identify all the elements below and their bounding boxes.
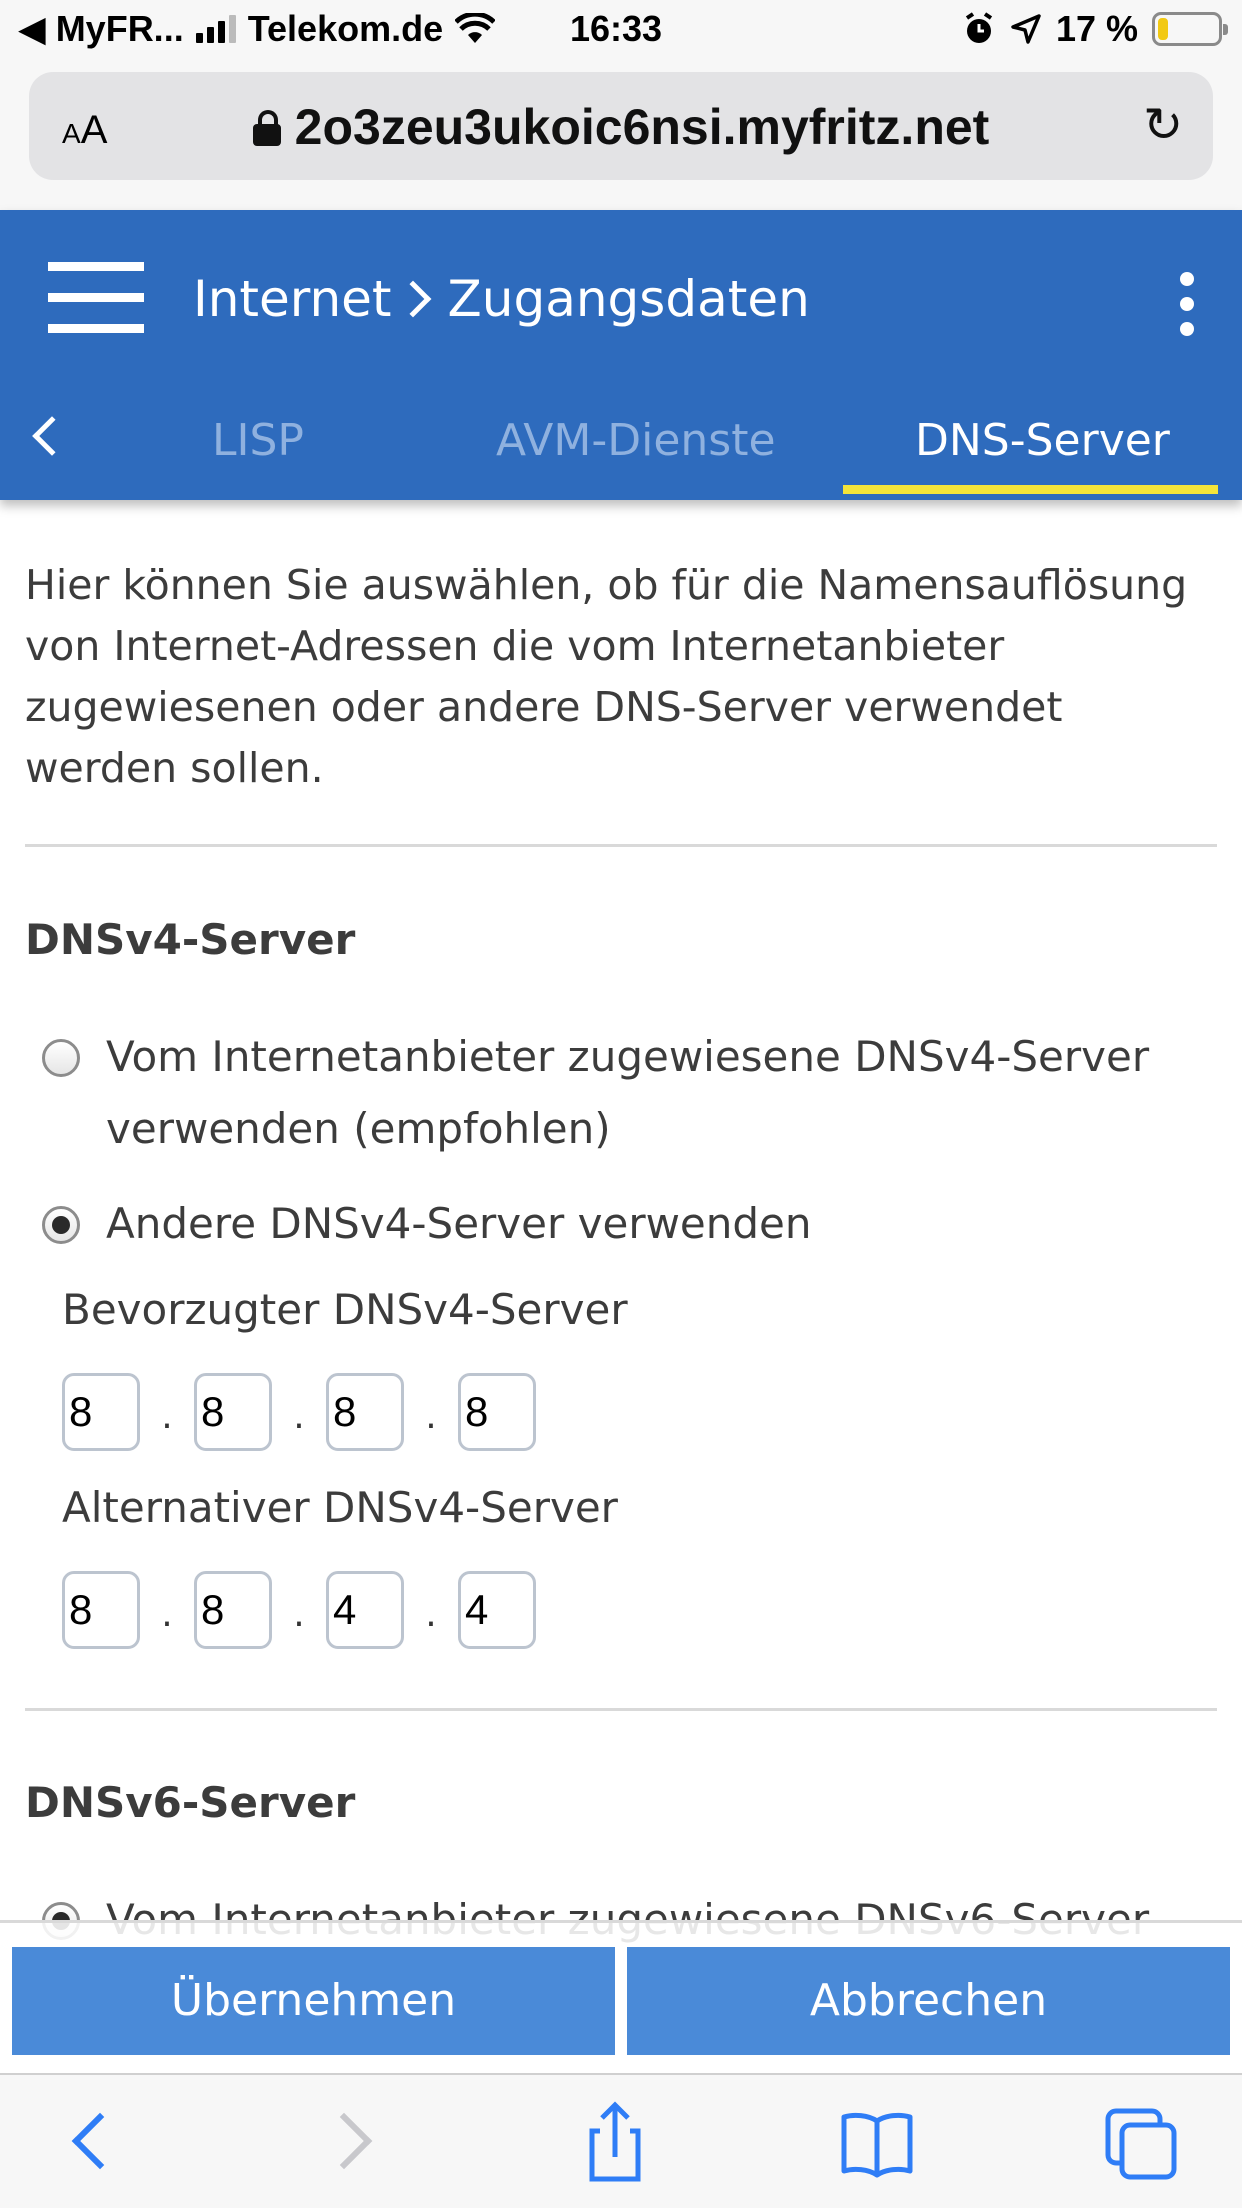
reload-icon[interactable]: ↻ <box>1135 98 1191 154</box>
dnsv4-other-radio[interactable] <box>42 1206 80 1244</box>
intro-text: Hier können Sie auswählen, ob für die Na… <box>25 561 1188 792</box>
network-name: Telekom.de <box>247 8 444 49</box>
divider <box>25 1708 1217 1711</box>
alternative-dns-label: Alternativer DNSv4-Server <box>62 1483 618 1532</box>
preferred-dns-label: Bevorzugter DNSv4-Server <box>62 1285 628 1334</box>
cancel-button[interactable]: Abbrechen <box>627 1947 1230 2055</box>
browser-address-area: AA 2o3zeu3ukoic6nsi.myfritz.net ↻ <box>0 62 1242 210</box>
breadcrumb-parent[interactable]: Internet <box>193 270 392 328</box>
alternative-octet-1[interactable]: 8 <box>62 1571 140 1649</box>
alternative-octet-2[interactable]: 8 <box>194 1571 272 1649</box>
battery-level <box>1158 18 1168 40</box>
address-bar[interactable]: AA 2o3zeu3ukoic6nsi.myfritz.net ↻ <box>29 72 1213 180</box>
breadcrumb-current: Zugangsdaten <box>447 270 810 328</box>
action-bar: Übernehmen Abbrechen <box>0 1920 1242 2070</box>
dnsv4-other-label[interactable]: Andere DNSv4-Server verwenden <box>106 1188 812 1260</box>
preferred-octet-1[interactable]: 8 <box>62 1373 140 1451</box>
clock: 16:33 <box>570 8 663 49</box>
battery-icon <box>1152 12 1228 46</box>
browser-toolbar <box>0 2073 1242 2208</box>
tab-avm-dienste[interactable]: AVM-Dienste <box>496 415 776 466</box>
wifi-icon <box>455 13 496 43</box>
tab-dns-server[interactable]: DNS-Server <box>915 415 1170 466</box>
share-icon[interactable] <box>570 2097 660 2187</box>
dnsv4-provider-label[interactable]: Vom Internetanbieter zugewiesene DNSv4-S… <box>106 1021 1192 1165</box>
forward-icon[interactable] <box>310 2097 400 2187</box>
preferred-octet-4[interactable]: 8 <box>458 1373 536 1451</box>
dnsv4-title: DNSv4-Server <box>25 915 356 964</box>
chevron-right-icon <box>394 280 431 318</box>
back-icon[interactable] <box>50 2097 140 2187</box>
url-text: 2o3zeu3ukoic6nsi.myfritz.net <box>294 99 990 155</box>
apply-button[interactable]: Übernehmen <box>12 1947 615 2055</box>
dnsv4-other-option[interactable]: Andere DNSv4-Server verwenden <box>42 1194 1192 1260</box>
location-arrow-icon <box>1011 14 1041 44</box>
more-options-icon[interactable] <box>1180 272 1200 336</box>
back-to-app-label[interactable]: ◀ MyFR... <box>18 8 184 50</box>
menu-icon[interactable] <box>48 262 144 334</box>
bookmarks-icon[interactable] <box>832 2097 922 2187</box>
tabs-icon[interactable] <box>1096 2097 1186 2187</box>
lock-icon <box>252 110 281 146</box>
alternative-octet-3[interactable]: 4 <box>326 1571 404 1649</box>
alternative-octet-4[interactable]: 4 <box>458 1571 536 1649</box>
preferred-octet-3[interactable]: 8 <box>326 1373 404 1451</box>
preferred-octet-2[interactable]: 8 <box>194 1373 272 1451</box>
dnsv4-provider-option[interactable]: Vom Internetanbieter zugewiesene DNSv4-S… <box>42 1027 1192 1165</box>
tab-scroll-left-icon[interactable] <box>32 416 72 456</box>
battery-percent: 17 % <box>1055 8 1138 49</box>
tab-lisp[interactable]: LISP <box>212 415 304 466</box>
alternative-dns-input: 8. 8. 4. 4 <box>62 1571 536 1649</box>
cellular-signal-icon <box>195 15 236 43</box>
active-tab-indicator <box>843 485 1218 494</box>
alarm-icon <box>965 12 993 43</box>
url-field[interactable]: 2o3zeu3ukoic6nsi.myfritz.net <box>29 98 1213 156</box>
app-header: Internet Zugangsdaten LISP AVM-Dienste DN… <box>0 210 1242 500</box>
preferred-dns-input: 8. 8. 8. 8 <box>62 1373 536 1451</box>
dnsv4-provider-radio[interactable] <box>42 1039 80 1077</box>
divider <box>25 844 1217 847</box>
status-bar: ◀ MyFR... Telekom.de 16:33 17 % <box>0 0 1242 62</box>
breadcrumb: Internet Zugangsdaten <box>193 270 810 328</box>
dnsv6-title: DNSv6-Server <box>25 1778 356 1827</box>
